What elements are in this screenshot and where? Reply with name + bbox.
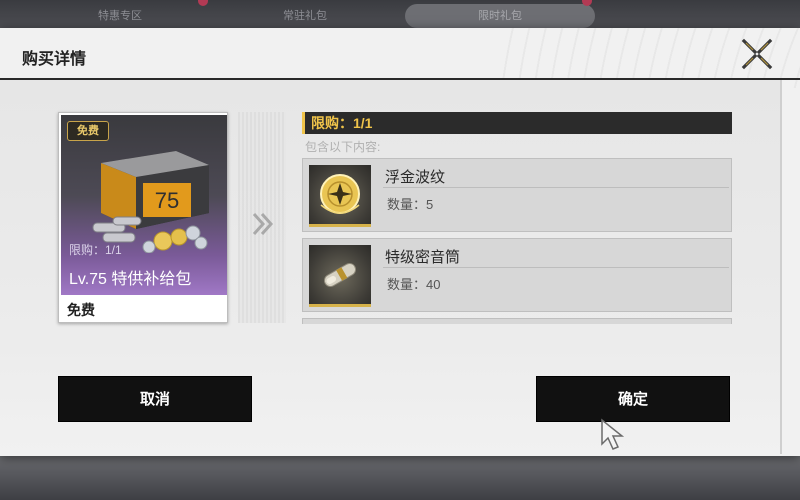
item-quantity: 数量：5 — [387, 194, 433, 213]
double-chevron-right-icon — [252, 212, 274, 236]
quantity-value: 5 — [426, 197, 434, 212]
notification-dot — [198, 0, 208, 6]
purchase-limit-bar: 限购：1/1 — [302, 112, 732, 134]
item-price: 免费 — [67, 302, 95, 318]
item-art: 75 免费 限购：1/1 Lv.75 特供补给包 — [61, 115, 227, 295]
cancel-button[interactable]: 取消 — [58, 376, 252, 422]
list-item[interactable] — [302, 318, 732, 324]
background-bottom — [0, 455, 800, 500]
item-divider — [383, 187, 729, 188]
item-card: 75 免费 限购：1/1 Lv.75 特供补给包 免费 — [58, 112, 228, 323]
free-badge: 免费 — [67, 121, 109, 141]
list-item[interactable]: 特级密音筒 数量：40 — [302, 238, 732, 312]
close-x-icon — [741, 38, 773, 70]
item-quantity: 数量：40 — [387, 274, 440, 293]
close-button[interactable] — [740, 37, 774, 71]
background-tab-3: 限时礼包 — [405, 4, 595, 28]
dialog-header: 购买详情 — [0, 28, 800, 80]
quantity-label: 数量： — [387, 197, 427, 212]
item-divider — [383, 267, 729, 268]
item-name: Lv.75 特供补给包 — [69, 271, 192, 288]
item-name: 浮金波纹 — [385, 169, 446, 186]
crate-number: 75 — [155, 188, 179, 213]
quantity-value: 40 — [426, 277, 441, 292]
background-tab-2: 常驻礼包 — [283, 10, 327, 22]
mouse-cursor-icon — [601, 418, 625, 450]
list-item[interactable]: 浮金波纹 数量：5 — [302, 158, 732, 232]
background-tab-1: 特惠专区 — [98, 10, 142, 22]
item-name: 特级密音筒 — [385, 249, 461, 266]
notification-dot — [582, 0, 592, 6]
dialog-title: 购买详情 — [22, 51, 87, 68]
contents-header: 包含以下内容: — [305, 140, 381, 154]
purchase-limit-text: 限购：1/1 — [69, 243, 122, 257]
confirm-button[interactable]: 确定 — [536, 376, 730, 422]
sound-capsule-icon — [309, 245, 371, 307]
quantity-label: 数量： — [387, 277, 427, 292]
supply-crate-icon: 75 — [92, 151, 209, 253]
contents-list[interactable]: 浮金波纹 数量：5 特级密音筒 数量：40 — [300, 156, 734, 324]
gold-ripple-coin-icon — [309, 165, 371, 227]
